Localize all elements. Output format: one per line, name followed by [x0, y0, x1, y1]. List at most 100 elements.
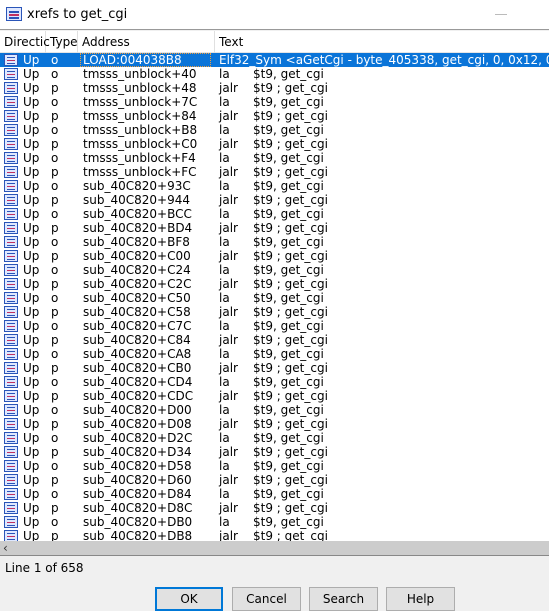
- xref-row[interactable]: Up o tmsss_unblock+40 la $t9, get_cgi: [0, 67, 549, 81]
- scroll-left-arrow-icon[interactable]: ‹: [3, 541, 8, 556]
- xref-row[interactable]: Up p sub_40C820+CB0 jalr $t9 ; get_cgi: [0, 361, 549, 375]
- row-direction: Up: [23, 165, 40, 179]
- row-operand: $t9 ; get_cgi: [253, 361, 328, 375]
- row-direction: Up: [23, 333, 40, 347]
- xref-row[interactable]: Up o sub_40C820+D84 la $t9, get_cgi: [0, 487, 549, 501]
- xref-row[interactable]: Up p sub_40C820+C84 jalr $t9 ; get_cgi: [0, 333, 549, 347]
- xref-row[interactable]: Up o sub_40C820+C24 la $t9, get_cgi: [0, 263, 549, 277]
- xref-row[interactable]: Up p sub_40C820+BD4 jalr $t9 ; get_cgi: [0, 221, 549, 235]
- column-header-address[interactable]: Address: [78, 31, 215, 53]
- xref-row[interactable]: Up o sub_40C820+C50 la $t9, get_cgi: [0, 291, 549, 305]
- xref-row[interactable]: Up o sub_40C820+C7C la $t9, get_cgi: [0, 319, 549, 333]
- xref-row[interactable]: Up p sub_40C820+C00 jalr $t9 ; get_cgi: [0, 249, 549, 263]
- row-direction: Up: [23, 347, 40, 361]
- xref-up-icon: [4, 432, 18, 444]
- xref-up-icon: [4, 222, 18, 234]
- row-type: p: [51, 361, 59, 375]
- horizontal-scrollbar[interactable]: ‹: [0, 541, 549, 556]
- row-operand: $t9 ; get_cgi: [253, 109, 328, 123]
- row-address: sub_40C820+C00: [83, 249, 191, 263]
- xref-row[interactable]: Up p tmsss_unblock+48 jalr $t9 ; get_cgi: [0, 81, 549, 95]
- row-mnemonic: la: [219, 235, 230, 249]
- row-mnemonic: la: [219, 487, 230, 501]
- xref-row[interactable]: Up p sub_40C820+DB8 jalr $t9 ; get_cgi: [0, 529, 549, 541]
- cancel-button[interactable]: Cancel: [232, 587, 301, 611]
- xref-row[interactable]: Up p sub_40C820+CDC jalr $t9 ; get_cgi: [0, 389, 549, 403]
- row-direction: Up: [23, 431, 40, 445]
- row-direction: Up: [23, 487, 40, 501]
- xref-row[interactable]: Up o sub_40C820+D2C la $t9, get_cgi: [0, 431, 549, 445]
- xref-row[interactable]: Up o LOAD:004038B8 Elf32_Sym <aGetCgi - byt…: [0, 53, 549, 67]
- row-operand: $t9, get_cgi: [253, 487, 324, 501]
- row-direction: Up: [23, 319, 40, 333]
- row-operand: $t9 ; get_cgi: [253, 165, 328, 179]
- column-header-text[interactable]: Text: [215, 31, 549, 53]
- xref-row[interactable]: Up p tmsss_unblock+FC jalr $t9 ; get_cgi: [0, 165, 549, 179]
- xref-row[interactable]: Up o sub_40C820+CA8 la $t9, get_cgi: [0, 347, 549, 361]
- row-type: o: [51, 263, 59, 277]
- xref-row[interactable]: Up o sub_40C820+DB0 la $t9, get_cgi: [0, 515, 549, 529]
- row-address: sub_40C820+BD4: [83, 221, 193, 235]
- xref-up-icon: [4, 488, 18, 500]
- xref-row[interactable]: Up o sub_40C820+93C la $t9, get_cgi: [0, 179, 549, 193]
- xref-row[interactable]: Up o sub_40C820+BCC la $t9, get_cgi: [0, 207, 549, 221]
- column-header-type[interactable]: Type: [46, 31, 78, 53]
- xref-up-icon: [4, 516, 18, 528]
- row-operand: $t9 ; get_cgi: [253, 277, 328, 291]
- row-mnemonic: la: [219, 459, 230, 473]
- row-mnemonic: jalr: [219, 109, 238, 123]
- xref-up-icon: [4, 236, 18, 248]
- row-mnemonic: la: [219, 207, 230, 221]
- row-address: sub_40C820+944: [83, 193, 190, 207]
- row-address: LOAD:004038B8: [80, 53, 211, 67]
- row-address: sub_40C820+D00: [83, 403, 192, 417]
- xref-row[interactable]: Up p tmsss_unblock+C0 jalr $t9 ; get_cgi: [0, 137, 549, 151]
- xref-row[interactable]: Up p tmsss_unblock+84 jalr $t9 ; get_cgi: [0, 109, 549, 123]
- xrefs-list[interactable]: Directic Type Address Text Up o LOAD:00403…: [0, 31, 549, 541]
- xref-row[interactable]: Up p sub_40C820+C2C jalr $t9 ; get_cgi: [0, 277, 549, 291]
- row-operand: $t9, get_cgi: [253, 459, 324, 473]
- xref-row[interactable]: Up p sub_40C820+D08 jalr $t9 ; get_cgi: [0, 417, 549, 431]
- row-address: sub_40C820+CDC: [83, 389, 194, 403]
- row-direction: Up: [23, 67, 40, 81]
- status-line: Line 1 of 658: [5, 561, 84, 575]
- row-address: sub_40C820+BCC: [83, 207, 192, 221]
- row-mnemonic: jalr: [219, 529, 238, 541]
- xref-row[interactable]: Up o tmsss_unblock+B8 la $t9, get_cgi: [0, 123, 549, 137]
- xref-row[interactable]: Up p sub_40C820+944 jalr $t9 ; get_cgi: [0, 193, 549, 207]
- row-type: o: [51, 515, 59, 529]
- row-address: sub_40C820+C58: [83, 305, 191, 319]
- xref-up-icon: [4, 96, 18, 108]
- xref-up-icon: [4, 376, 18, 388]
- column-header-direction[interactable]: Directic: [0, 31, 50, 53]
- xref-row[interactable]: Up o tmsss_unblock+F4 la $t9, get_cgi: [0, 151, 549, 165]
- row-operand: $t9, get_cgi: [253, 95, 324, 109]
- row-type: o: [51, 431, 59, 445]
- xref-row[interactable]: Up p sub_40C820+C58 jalr $t9 ; get_cgi: [0, 305, 549, 319]
- row-address: sub_40C820+D60: [83, 473, 192, 487]
- ok-button[interactable]: OK: [155, 587, 223, 611]
- xref-row[interactable]: Up o sub_40C820+CD4 la $t9, get_cgi: [0, 375, 549, 389]
- row-type: p: [51, 501, 59, 515]
- help-button[interactable]: Help: [386, 587, 455, 611]
- xref-row[interactable]: Up p sub_40C820+D60 jalr $t9 ; get_cgi: [0, 473, 549, 487]
- row-operand: $t9 ; get_cgi: [253, 529, 328, 541]
- xref-row[interactable]: Up o sub_40C820+BF8 la $t9, get_cgi: [0, 235, 549, 249]
- row-direction: Up: [23, 529, 40, 541]
- search-button[interactable]: Search: [309, 587, 378, 611]
- row-direction: Up: [23, 137, 40, 151]
- row-operand: $t9, get_cgi: [253, 263, 324, 277]
- xref-row[interactable]: Up o sub_40C820+D00 la $t9, get_cgi: [0, 403, 549, 417]
- xref-up-icon: [4, 208, 18, 220]
- xref-row[interactable]: Up o sub_40C820+D58 la $t9, get_cgi: [0, 459, 549, 473]
- xref-up-icon: [4, 292, 18, 304]
- row-direction: Up: [23, 515, 40, 529]
- minimize-button[interactable]: [495, 14, 507, 15]
- xref-row[interactable]: Up p sub_40C820+D34 jalr $t9 ; get_cgi: [0, 445, 549, 459]
- row-mnemonic: la: [219, 515, 230, 529]
- xref-up-icon: [4, 502, 18, 514]
- row-operand: $t9 ; get_cgi: [253, 305, 328, 319]
- xref-row[interactable]: Up p sub_40C820+D8C jalr $t9 ; get_cgi: [0, 501, 549, 515]
- xref-row[interactable]: Up o tmsss_unblock+7C la $t9, get_cgi: [0, 95, 549, 109]
- row-operand: $t9 ; get_cgi: [253, 81, 328, 95]
